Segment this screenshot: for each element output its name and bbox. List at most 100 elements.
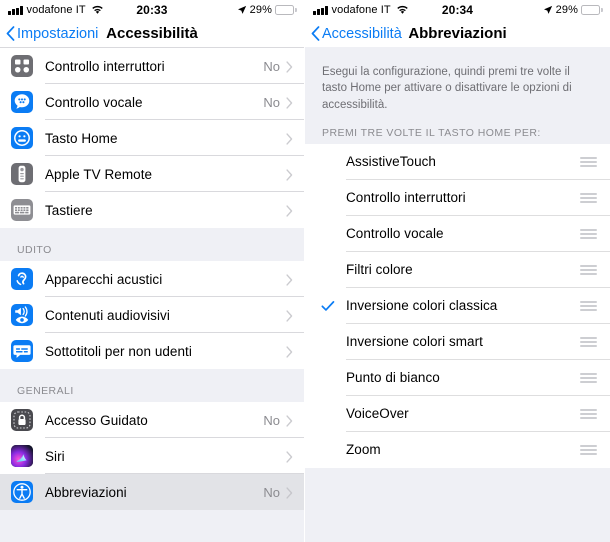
shortcut-item[interactable]: AssistiveTouch: [305, 143, 610, 180]
list-item-value: No: [263, 412, 280, 428]
shortcut-item[interactable]: Filtri colore: [305, 251, 610, 288]
right-status-bar: vodafone IT 20:34 29%: [305, 0, 610, 20]
reorder-handle-icon[interactable]: [580, 336, 597, 348]
chevron-right-icon: [286, 60, 293, 73]
battery-low-power-icon: [581, 5, 603, 15]
signal-bars-icon: [313, 5, 328, 15]
battery-low-power-icon: [275, 5, 297, 15]
list-item[interactable]: Siri: [0, 438, 304, 474]
list-item[interactable]: Contenuti audiovisivi: [0, 297, 304, 333]
shortcut-item-label: Zoom: [346, 442, 381, 458]
status-right-group: 29%: [543, 4, 603, 16]
section-header-udito: UDITO: [0, 228, 304, 261]
siri-icon: [11, 445, 33, 467]
accessibility-list-general: Accesso Guidato No Siri Abbreviazioni No: [0, 402, 304, 510]
shortcut-item-label: Controllo vocale: [346, 226, 444, 242]
left-bottom-filler: [0, 510, 304, 542]
hearing-aid-icon: [11, 268, 33, 290]
chevron-right-icon: [286, 132, 293, 145]
checkmark-icon: [318, 300, 338, 312]
shortcut-item[interactable]: Zoom: [305, 431, 610, 468]
reorder-handle-icon[interactable]: [580, 156, 597, 168]
reorder-handle-icon[interactable]: [580, 408, 597, 420]
shortcut-item-label: Controllo interruttori: [346, 190, 466, 206]
list-item[interactable]: Accesso Guidato No: [0, 402, 304, 438]
reorder-handle-icon[interactable]: [580, 444, 597, 456]
list-item[interactable]: Controllo interruttori No: [0, 48, 304, 84]
chevron-right-icon: [286, 204, 293, 217]
shortcut-item[interactable]: VoiceOver: [305, 395, 610, 432]
list-item-label: Apple TV Remote: [45, 166, 153, 182]
list-item-label: Controllo interruttori: [45, 58, 165, 74]
audio-visual-icon: [11, 304, 33, 326]
list-item-label: Abbreviazioni: [45, 484, 127, 500]
list-item-label: Apparecchi acustici: [45, 271, 163, 287]
reorder-handle-icon[interactable]: [580, 300, 597, 312]
accessibility-list-hearing: Apparecchi acustici Contenuti audiovisivi…: [0, 261, 304, 369]
list-item-label: Sottotitoli per non udenti: [45, 343, 192, 359]
list-item[interactable]: Apparecchi acustici: [0, 261, 304, 297]
back-button-accessibilita[interactable]: Accessibilità: [311, 26, 402, 42]
list-item[interactable]: Tasto Home: [0, 120, 304, 156]
status-left-group: vodafone IT: [313, 4, 409, 16]
switch-control-icon: [11, 55, 33, 77]
list-item[interactable]: Sottotitoli per non udenti: [0, 333, 304, 369]
voice-control-icon: [11, 91, 33, 113]
battery-percent-label: 29%: [249, 4, 272, 16]
list-item[interactable]: Controllo vocale No: [0, 84, 304, 120]
chevron-right-icon: [286, 450, 293, 463]
shortcut-item-label: Inversione colori smart: [346, 334, 483, 350]
reorder-handle-icon[interactable]: [580, 228, 597, 240]
accessibility-person-icon: [11, 481, 33, 503]
shortcut-item[interactable]: Punto di bianco: [305, 359, 610, 396]
left-phone-screen: vodafone IT 20:33 29% Impostazioni Acces…: [0, 0, 305, 542]
list-item-label: Siri: [45, 448, 65, 464]
intro-text: Esegui la configurazione, quindi premi t…: [322, 66, 572, 111]
shortcut-item[interactable]: Controllo interruttori: [305, 179, 610, 216]
reorder-handle-icon[interactable]: [580, 192, 597, 204]
shortcut-item-label: Filtri colore: [346, 262, 413, 278]
section-header-shortcuts: PREMI TRE VOLTE IL TASTO HOME PER:: [305, 112, 610, 144]
back-button-label: Impostazioni: [17, 25, 99, 42]
keyboard-icon: [11, 199, 33, 221]
signal-bars-icon: [8, 5, 23, 15]
chevron-right-icon: [286, 345, 293, 358]
list-item-value: No: [263, 484, 280, 500]
right-bottom-filler: [305, 467, 610, 542]
list-item[interactable]: Abbreviazioni No: [0, 474, 304, 510]
list-item-value: No: [263, 94, 280, 110]
status-left-group: vodafone IT: [8, 4, 104, 16]
left-status-bar: vodafone IT 20:33 29%: [0, 0, 304, 20]
list-item-label: Contenuti audiovisivi: [45, 307, 170, 323]
list-item[interactable]: Apple TV Remote: [0, 156, 304, 192]
reorder-handle-icon[interactable]: [580, 372, 597, 384]
list-item-value: No: [263, 58, 280, 74]
list-item[interactable]: Tastiere: [0, 192, 304, 228]
reorder-handle-icon[interactable]: [580, 264, 597, 276]
right-phone-screen: vodafone IT 20:34 29% Accessibilità Abbr…: [305, 0, 610, 542]
shortcut-item[interactable]: Inversione colori classica: [305, 287, 610, 324]
carrier-label: vodafone IT: [331, 4, 391, 16]
apple-tv-remote-icon: [11, 163, 33, 185]
location-arrow-icon: [543, 5, 553, 15]
chevron-right-icon: [286, 168, 293, 181]
chevron-right-icon: [286, 96, 293, 109]
guided-access-lock-icon: [11, 409, 33, 431]
list-item-label: Tastiere: [45, 202, 93, 218]
chevron-left-icon: [6, 26, 15, 41]
shortcut-item[interactable]: Inversione colori smart: [305, 323, 610, 360]
list-item-label: Controllo vocale: [45, 94, 143, 110]
battery-percent-label: 29%: [555, 4, 578, 16]
shortcut-item-label: AssistiveTouch: [346, 154, 436, 170]
location-arrow-icon: [237, 5, 247, 15]
carrier-label: vodafone IT: [26, 4, 86, 16]
back-button-impostazioni[interactable]: Impostazioni: [6, 26, 98, 42]
wifi-icon: [396, 5, 409, 15]
back-button-label: Accessibilità: [322, 25, 402, 42]
chevron-right-icon: [286, 486, 293, 499]
section-header-generali: GENERALI: [0, 369, 304, 402]
shortcut-item-label: Punto di bianco: [346, 370, 440, 386]
home-button-icon: [11, 127, 33, 149]
chevron-right-icon: [286, 273, 293, 286]
shortcut-item[interactable]: Controllo vocale: [305, 215, 610, 252]
